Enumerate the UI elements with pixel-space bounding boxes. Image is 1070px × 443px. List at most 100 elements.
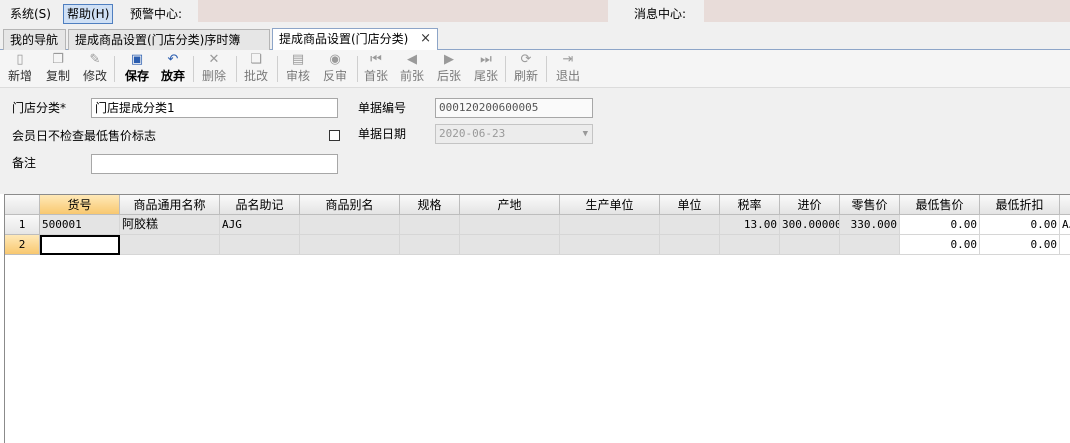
next-icon: ▶: [444, 52, 454, 67]
table-cell[interactable]: 0.00: [900, 235, 980, 255]
column-header[interactable]: 最低售价: [900, 195, 980, 215]
table-cell[interactable]: [400, 235, 460, 255]
batch-edit-button[interactable]: ❏ 批改: [241, 52, 271, 86]
table-cell[interactable]: AJG: [220, 215, 300, 235]
menu-system[interactable]: 系统(S): [6, 4, 55, 24]
column-header[interactable]: 商品通用名称: [120, 195, 220, 215]
close-icon[interactable]: ×: [420, 29, 431, 49]
unaudit-button[interactable]: ◉ 反审: [320, 52, 350, 86]
column-header[interactable]: 单位: [660, 195, 720, 215]
column-header[interactable]: 商品别名: [300, 195, 400, 215]
tab-commission-setting[interactable]: 提成商品设置(门店分类) ×: [272, 28, 438, 51]
column-header[interactable]: 产地: [460, 195, 560, 215]
toolbar-button-label: 反审: [322, 69, 347, 83]
unaudit-icon: ◉: [329, 52, 341, 67]
column-header[interactable]: 规格: [400, 195, 460, 215]
table-cell[interactable]: 0.00: [900, 215, 980, 235]
column-header[interactable]: 税率: [720, 195, 780, 215]
prev-button[interactable]: ◀ 前张: [397, 52, 427, 86]
last-button[interactable]: ⏭ 尾张: [471, 52, 501, 86]
table-cell[interactable]: 13.00: [720, 215, 780, 235]
toolbar-button-label: 复制: [45, 69, 70, 83]
first-button[interactable]: ⏮ 首张: [361, 52, 391, 86]
member-day-check-label: 会员日不检查最低售价标志: [12, 129, 157, 143]
column-header[interactable]: 货号: [40, 195, 120, 215]
table-cell[interactable]: [660, 235, 720, 255]
grid-corner[interactable]: [5, 195, 40, 215]
table-cell[interactable]: [560, 215, 660, 235]
table-cell[interactable]: [220, 235, 300, 255]
table-cell[interactable]: [780, 235, 840, 255]
table-cell[interactable]: AJ: [1060, 215, 1070, 235]
row-number[interactable]: 1: [5, 215, 40, 235]
undo-button[interactable]: ↶ 放弃: [158, 52, 188, 86]
toolbar-separator: [114, 56, 115, 82]
table-cell[interactable]: [400, 215, 460, 235]
grid-header: 货号 商品通用名称 品名助记 商品别名 规格 产地 生产单位 单位 税率 进价 零售价 最低售价 最低折…: [5, 195, 1070, 215]
table-cell[interactable]: [460, 235, 560, 255]
tab-commission-setting-label: 提成商品设置(门店分类): [279, 32, 409, 46]
menu-bar: 系统(S) 帮助(H) 预警中心: 消息中心:: [0, 0, 1070, 28]
table-cell[interactable]: [460, 215, 560, 235]
tab-my-navigation[interactable]: 我的导航: [3, 29, 66, 50]
toolbar-button-label: 删除: [201, 69, 226, 83]
toolbar-button-label: 后张: [436, 69, 461, 83]
table-cell[interactable]: [40, 235, 120, 255]
note-field[interactable]: [91, 154, 338, 174]
column-header[interactable]: 品名助记: [220, 195, 300, 215]
undo-icon: ↶: [167, 52, 179, 67]
column-header-overflow[interactable]: [1060, 195, 1070, 215]
table-cell[interactable]: [560, 235, 660, 255]
tab-commission-schedule[interactable]: 提成商品设置(门店分类)序时簿: [68, 29, 270, 50]
toolbar-separator: [193, 56, 194, 82]
message-center-area[interactable]: [704, 0, 1070, 22]
toolbar-button-label: 首张: [363, 69, 388, 83]
column-header[interactable]: 进价: [780, 195, 840, 215]
doc-date-field[interactable]: 2020-06-23 ▼: [435, 124, 593, 144]
table-cell[interactable]: [120, 235, 220, 255]
delete-button[interactable]: ✕ 删除: [199, 52, 229, 86]
toolbar-button-label: 审核: [285, 69, 310, 83]
table-cell[interactable]: 0.00: [980, 235, 1060, 255]
table-cell[interactable]: 500001: [40, 215, 120, 235]
toolbar-button-label: 保存: [124, 69, 149, 83]
toolbar-separator: [546, 56, 547, 82]
column-header[interactable]: 生产单位: [560, 195, 660, 215]
table-row[interactable]: 2 0.00 0.00: [5, 235, 1070, 255]
copy-button[interactable]: ❐ 复制: [43, 52, 73, 86]
alert-center-area[interactable]: [198, 0, 608, 22]
next-button[interactable]: ▶ 后张: [434, 52, 464, 86]
audit-button[interactable]: ▤ 审核: [283, 52, 313, 86]
table-cell[interactable]: [300, 235, 400, 255]
message-center-label[interactable]: 消息中心:: [630, 4, 690, 24]
toolbar-button-label: 批改: [243, 69, 268, 83]
edit-button[interactable]: ✎ 修改: [80, 52, 110, 86]
store-category-field[interactable]: 门店提成分类1: [91, 98, 338, 118]
table-row[interactable]: 1500001阿胶糕AJG13.00300.000000330.0000.000…: [5, 215, 1070, 235]
member-day-checkbox[interactable]: [329, 130, 340, 141]
doc-number-field[interactable]: 000120200600005: [435, 98, 593, 118]
exit-button[interactable]: ⇥ 退出: [553, 52, 583, 86]
row-number[interactable]: 2: [5, 235, 40, 255]
table-cell[interactable]: 330.000: [840, 215, 900, 235]
refresh-icon: ⟳: [520, 52, 532, 67]
table-cell[interactable]: [300, 215, 400, 235]
save-button[interactable]: ▣ 保存: [122, 52, 152, 86]
refresh-button[interactable]: ⟳ 刷新: [511, 52, 541, 86]
toolbar-button-label: 新增: [7, 69, 32, 83]
table-cell[interactable]: 0.00: [980, 215, 1060, 235]
new-doc-button[interactable]: ▯ 新增: [5, 52, 35, 86]
table-cell[interactable]: [1060, 235, 1070, 255]
table-cell[interactable]: [840, 235, 900, 255]
menu-help[interactable]: 帮助(H): [63, 4, 114, 24]
table-cell[interactable]: [660, 215, 720, 235]
toolbar-button-label: 放弃: [160, 69, 185, 83]
column-header[interactable]: 零售价: [840, 195, 900, 215]
chevron-down-icon[interactable]: ▼: [583, 125, 588, 143]
column-header[interactable]: 最低折扣: [980, 195, 1060, 215]
table-cell[interactable]: [720, 235, 780, 255]
table-cell[interactable]: 阿胶糕: [120, 215, 220, 235]
alert-center-label[interactable]: 预警中心:: [126, 4, 186, 24]
exit-icon: ⇥: [562, 52, 574, 67]
table-cell[interactable]: 300.000000: [780, 215, 840, 235]
